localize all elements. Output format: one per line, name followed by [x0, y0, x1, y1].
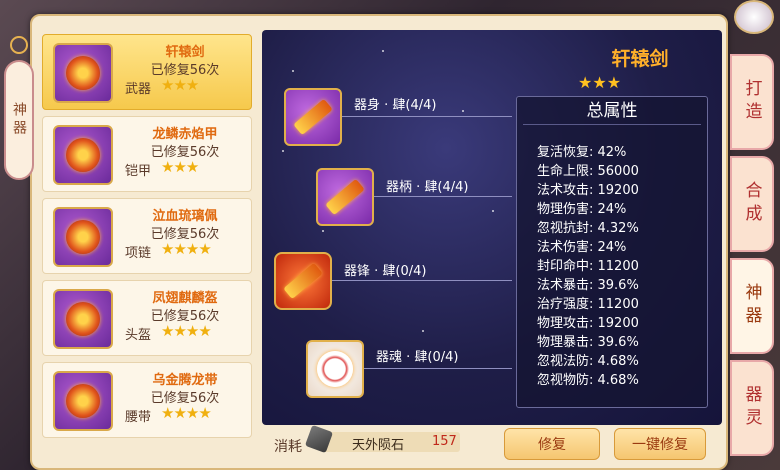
- part-label: 器身 · 肆(4/4): [354, 98, 437, 113]
- belt-icon: [53, 371, 113, 431]
- list-item[interactable]: 轩辕剑 已修复56次 武器 ★★★: [42, 34, 252, 110]
- item-type: 项链: [125, 246, 152, 261]
- attribute-line: 治疗强度: 11200: [537, 297, 639, 312]
- item-stars: ★★★: [161, 158, 199, 176]
- tab-artifact[interactable]: 神器: [730, 258, 774, 354]
- part-label: 器锋 · 肆(0/4): [344, 264, 427, 279]
- repair-all-button[interactable]: 一键修复: [614, 428, 706, 460]
- item-name: 乌金腾龙带: [152, 373, 218, 388]
- item-stars: ★★★★: [161, 322, 212, 340]
- cost-item-name: 天外陨石: [352, 438, 405, 453]
- attribute-line: 忽视物防: 4.68%: [537, 373, 639, 388]
- sword-icon: [53, 43, 113, 103]
- attribute-line: 忽视抗封: 4.32%: [537, 221, 639, 236]
- soul-icon[interactable]: [306, 340, 364, 398]
- attribute-line: 物理伤害: 24%: [537, 202, 627, 217]
- attribute-line: 法术伤害: 24%: [537, 240, 627, 255]
- blade-body-icon[interactable]: [284, 88, 342, 146]
- attribute-line: 物理攻击: 19200: [537, 316, 639, 331]
- item-stars: ★★★★: [161, 240, 212, 258]
- tab-forge[interactable]: 打造: [730, 54, 774, 150]
- attribute-panel[interactable]: 总属性 复活恢复: 42% 生命上限: 56000 法术攻击: 19200 物理…: [516, 96, 708, 408]
- helmet-icon: [53, 289, 113, 349]
- tab-label: 打造: [741, 79, 762, 125]
- item-name: 轩辕剑: [165, 45, 205, 60]
- armor-icon: [53, 125, 113, 185]
- attribute-line: 忽视法防: 4.68%: [537, 354, 639, 369]
- repair-button[interactable]: 修复: [504, 428, 600, 460]
- artifact-title: 轩辕剑: [611, 48, 669, 70]
- attribute-line: 物理暴击: 39.6%: [537, 335, 639, 350]
- item-name: 泣血琉璃佩: [152, 209, 218, 224]
- ornament-icon: [10, 36, 28, 54]
- tab-spirit[interactable]: 器灵: [730, 360, 774, 456]
- tab-label: 器灵: [741, 385, 762, 431]
- cost-value: 157: [432, 434, 457, 449]
- side-tab-artifact[interactable]: 神器: [4, 60, 34, 180]
- part-label: 器柄 · 肆(4/4): [386, 180, 469, 195]
- tab-label: 神器: [741, 283, 762, 329]
- item-stars: ★★★: [161, 76, 199, 94]
- item-type: 武器: [125, 82, 152, 97]
- detail-view: 器身 · 肆(4/4) 器柄 · 肆(4/4) 器锋 · 肆(0/4) 器魂 ·…: [262, 30, 722, 425]
- attribute-line: 封印命中: 11200: [537, 259, 639, 274]
- necklace-icon: [53, 207, 113, 267]
- artifact-list: 轩辕剑 已修复56次 武器 ★★★ 龙鳞赤焰甲 已修复56次 铠甲 ★★★ 泣血…: [42, 34, 252, 464]
- attribute-line: 复活恢复: 42%: [537, 145, 627, 160]
- item-type: 头盔: [125, 328, 152, 343]
- item-name: 龙鳞赤焰甲: [152, 127, 218, 142]
- item-type: 铠甲: [125, 164, 152, 179]
- item-type: 腰带: [125, 410, 152, 425]
- part-label: 器魂 · 肆(0/4): [376, 350, 459, 365]
- artifact-stars: ★★★: [578, 73, 622, 92]
- list-item[interactable]: 乌金腾龙带 已修复56次 腰带 ★★★★: [42, 362, 252, 438]
- side-tab-label: 神器: [11, 102, 27, 138]
- attribute-title: 总属性: [523, 97, 701, 125]
- list-item[interactable]: 凤翅麒麟盔 已修复56次 头盔 ★★★★: [42, 280, 252, 356]
- list-item[interactable]: 泣血琉璃佩 已修复56次 项链 ★★★★: [42, 198, 252, 274]
- close-button[interactable]: [734, 0, 774, 34]
- item-stars: ★★★★: [161, 404, 212, 422]
- attribute-line: 法术暴击: 39.6%: [537, 278, 639, 293]
- list-item[interactable]: 龙鳞赤焰甲 已修复56次 铠甲 ★★★: [42, 116, 252, 192]
- cost-label: 消耗: [274, 439, 302, 455]
- tab-synthesis[interactable]: 合成: [730, 156, 774, 252]
- attribute-line: 法术攻击: 19200: [537, 183, 639, 198]
- item-name: 凤翅麒麟盔: [152, 291, 218, 306]
- hilt-icon[interactable]: [316, 168, 374, 226]
- tab-label: 合成: [741, 181, 762, 227]
- edge-icon[interactable]: [274, 252, 332, 310]
- attribute-line: 生命上限: 56000: [537, 164, 639, 179]
